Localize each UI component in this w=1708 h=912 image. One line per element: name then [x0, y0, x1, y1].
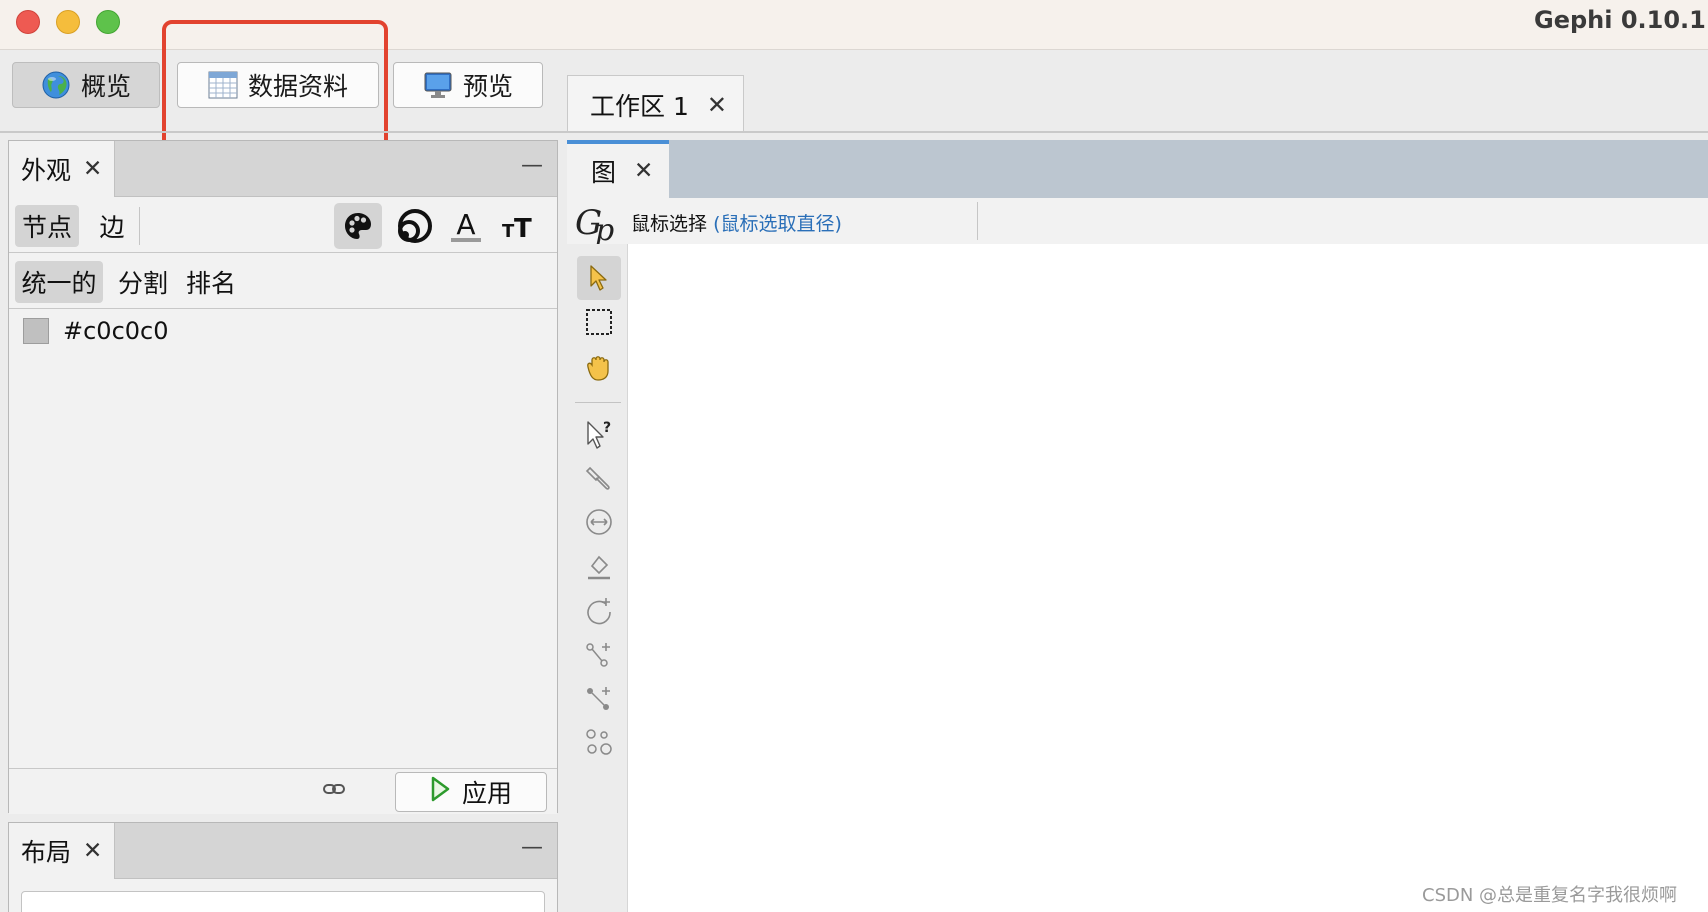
- selection-mode-label: 鼠标选择 (鼠标选取直径): [631, 209, 842, 236]
- layout-selector[interactable]: [21, 891, 545, 912]
- graph-close-icon[interactable]: ✕: [634, 158, 653, 184]
- svg-text:?: ?: [603, 420, 611, 436]
- watermark: CSDN @总是重复名字我很烦啊: [1422, 885, 1678, 906]
- tab-ranking[interactable]: 排名: [183, 261, 239, 303]
- layout-close-icon[interactable]: ✕: [83, 838, 102, 864]
- color-setting: #c0c0c0: [23, 317, 169, 345]
- graph-window-header: 图 ✕: [567, 140, 1708, 198]
- appearance-minimize-button[interactable]: —: [521, 153, 543, 178]
- palette-icon[interactable]: [334, 203, 382, 249]
- layout-panel: 布局 ✕ —: [8, 822, 558, 912]
- appearance-panel-header: 外观 ✕ —: [9, 141, 557, 197]
- close-window-button[interactable]: [16, 10, 40, 34]
- fill-bucket-icon[interactable]: [577, 544, 621, 588]
- separator: [575, 402, 621, 403]
- graph-side-toolbar: ?: [567, 244, 628, 912]
- selection-mode-detail-link[interactable]: (鼠标选取直径): [713, 213, 842, 235]
- appearance-panel-title: 外观: [21, 156, 72, 185]
- preview-mode-button[interactable]: 预览: [393, 62, 543, 108]
- layout-panel-tab[interactable]: 布局 ✕: [9, 823, 115, 879]
- zoom-window-button[interactable]: [96, 10, 120, 34]
- workspace-divider: [0, 131, 1708, 133]
- layout-panel-header: 布局 ✕ —: [9, 823, 557, 879]
- layout-minimize-button[interactable]: —: [521, 835, 543, 860]
- selection-mode-text: 鼠标选择: [631, 213, 708, 235]
- gephi-logo-icon: G p: [571, 198, 623, 248]
- transformer-mode-row: 统一的 分割 排名: [9, 253, 557, 309]
- svg-text:T: T: [514, 214, 532, 243]
- minimize-window-button[interactable]: [56, 10, 80, 34]
- overview-mode-button[interactable]: 概览: [12, 62, 160, 108]
- apply-bar: 应用: [9, 768, 557, 814]
- tab-nodes[interactable]: 节点: [15, 205, 79, 247]
- auto-apply-link-icon[interactable]: [323, 781, 345, 800]
- layout-panel-title: 布局: [21, 838, 72, 867]
- tab-edges[interactable]: 边: [89, 205, 135, 247]
- play-icon: [430, 776, 450, 808]
- add-edge-icon[interactable]: [577, 676, 621, 720]
- graph-tab[interactable]: 图 ✕: [567, 140, 669, 198]
- appearance-panel: 外观 ✕ — 节点 边 A T T 统一的 分割 排名 #c0c0c0 应用: [8, 140, 558, 814]
- overview-mode-label: 概览: [80, 72, 131, 101]
- painter-icon[interactable]: [577, 456, 621, 500]
- apply-button[interactable]: 应用: [395, 772, 547, 812]
- rectangle-select-icon[interactable]: [577, 300, 621, 344]
- tab-partition[interactable]: 分割: [115, 261, 171, 303]
- label-color-icon[interactable]: A: [442, 203, 490, 249]
- workspace-close-icon[interactable]: ✕: [707, 91, 727, 119]
- graph-canvas[interactable]: [628, 244, 1708, 912]
- rotate-add-icon[interactable]: [577, 588, 621, 632]
- graph-toolbar: G p 鼠标选择 (鼠标选取直径): [567, 198, 1708, 248]
- separator: [139, 207, 140, 245]
- size-rings-icon[interactable]: [390, 203, 438, 249]
- color-swatch[interactable]: [23, 318, 49, 344]
- label-size-icon[interactable]: T T: [495, 203, 543, 249]
- select-pointer-icon[interactable]: [577, 256, 621, 300]
- svg-text:A: A: [456, 208, 475, 241]
- size-icon[interactable]: [577, 500, 621, 544]
- color-value: #c0c0c0: [63, 317, 169, 345]
- apply-label: 应用: [461, 779, 512, 808]
- globe-icon: [41, 70, 71, 100]
- edit-query-icon[interactable]: ?: [577, 412, 621, 456]
- element-type-row: 节点 边 A T T: [9, 197, 557, 253]
- svg-text:p: p: [595, 213, 614, 244]
- shortest-path-icon[interactable]: [577, 720, 621, 764]
- hand-drag-icon[interactable]: [577, 346, 621, 390]
- workspace-tab-label: 工作区 1: [590, 91, 689, 121]
- window-title: Gephi 0.10.1 -: [1534, 6, 1708, 34]
- separator: [977, 202, 978, 240]
- workspace-tab[interactable]: 工作区 1 ✕: [567, 75, 744, 133]
- monitor-icon: [423, 70, 453, 100]
- preview-mode-label: 预览: [462, 72, 513, 101]
- add-node-icon[interactable]: [577, 632, 621, 676]
- appearance-panel-tab[interactable]: 外观 ✕: [9, 141, 115, 197]
- appearance-close-icon[interactable]: ✕: [83, 156, 102, 182]
- tab-unique[interactable]: 统一的: [15, 261, 103, 303]
- graph-tab-label: 图: [591, 158, 617, 187]
